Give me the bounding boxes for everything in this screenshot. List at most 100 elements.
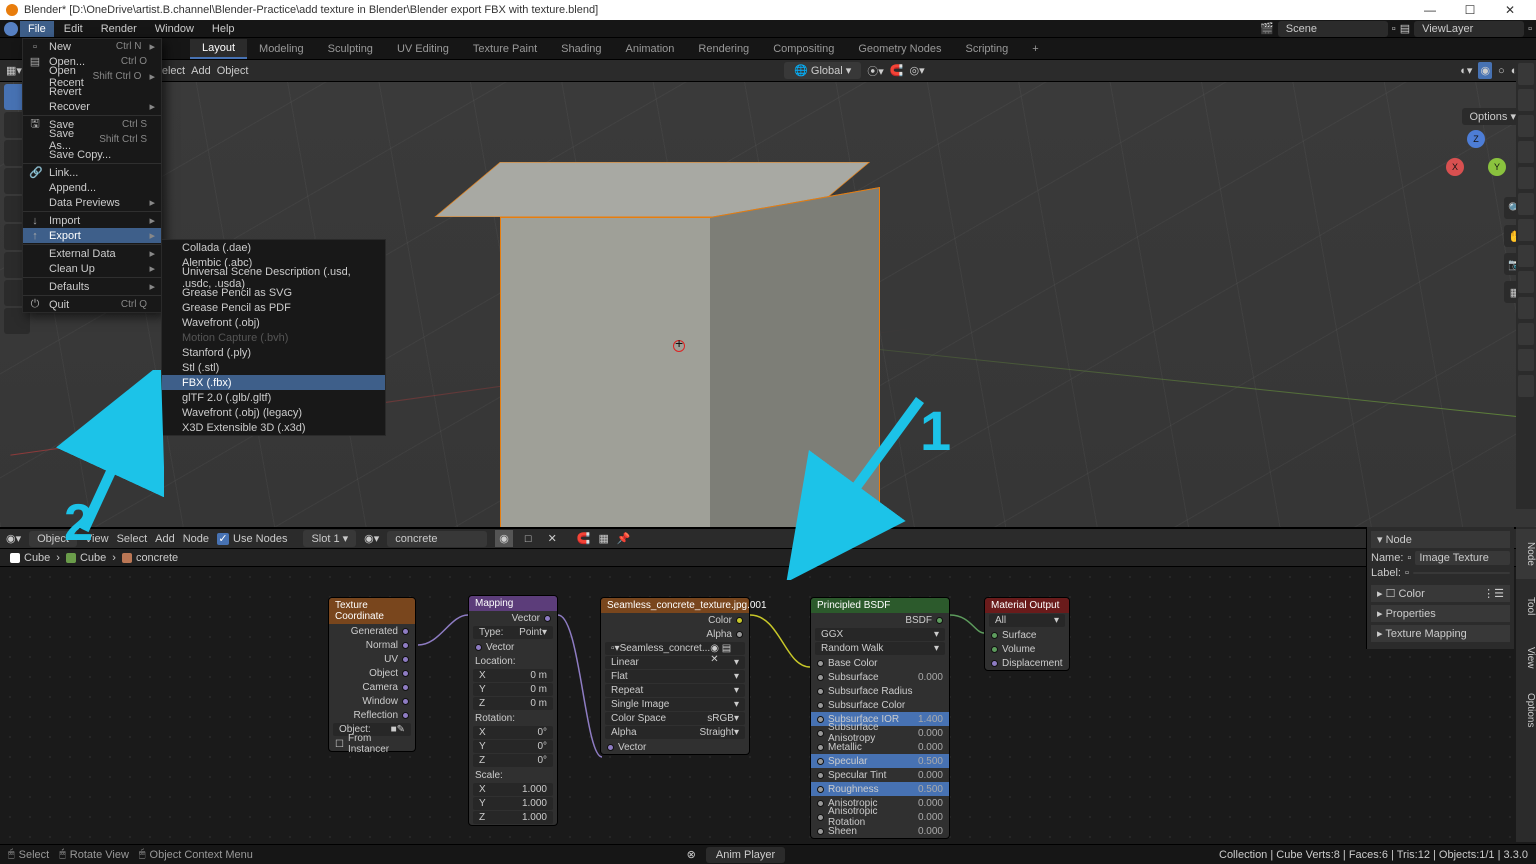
file-menu-new[interactable]: ▫NewCtrl N▸ bbox=[23, 39, 161, 54]
node-mode-dropdown[interactable]: Object bbox=[29, 531, 77, 547]
nhdr-node[interactable]: Node bbox=[183, 533, 209, 545]
tab-viewlayer-props[interactable] bbox=[1518, 115, 1534, 137]
tab-particle-props[interactable] bbox=[1518, 245, 1534, 267]
menu-file[interactable]: File bbox=[20, 21, 54, 37]
nhdr-select[interactable]: Select bbox=[117, 533, 148, 545]
file-menu-link-[interactable]: 🔗Link... bbox=[23, 165, 161, 180]
tab-output-props[interactable] bbox=[1518, 89, 1534, 111]
crumb-mesh[interactable]: Cube bbox=[80, 552, 106, 564]
material-name-field[interactable]: concrete bbox=[387, 531, 487, 547]
menu-edit[interactable]: Edit bbox=[56, 21, 91, 37]
nhdr-add[interactable]: Add bbox=[155, 533, 175, 545]
sidetab-tool[interactable]: Tool bbox=[1516, 581, 1536, 631]
tab-uv-editing[interactable]: UV Editing bbox=[385, 40, 461, 58]
export-wavefront-obj-legacy-[interactable]: Wavefront (.obj) (legacy) bbox=[162, 405, 385, 420]
tab-rendering[interactable]: Rendering bbox=[686, 40, 761, 58]
tab-scripting[interactable]: Scripting bbox=[953, 40, 1020, 58]
maximize-button[interactable]: ☐ bbox=[1450, 3, 1490, 17]
sidetab-options[interactable]: Options bbox=[1516, 685, 1536, 735]
file-menu-data-previews[interactable]: Data Previews▸ bbox=[23, 195, 161, 210]
browse-scene-button[interactable]: ▫ bbox=[1392, 23, 1396, 35]
tab-world-props[interactable] bbox=[1518, 167, 1534, 189]
npanel-node-header[interactable]: Node bbox=[1386, 534, 1412, 546]
node-material-output[interactable]: Material Output All▾ Surface Volume Disp… bbox=[984, 597, 1070, 671]
file-menu-recover[interactable]: Recover▸ bbox=[23, 99, 161, 114]
tab-constraint-props[interactable] bbox=[1518, 297, 1534, 319]
viewlayer-field[interactable]: ViewLayer bbox=[1414, 21, 1524, 37]
tab-geometry-nodes[interactable]: Geometry Nodes bbox=[846, 40, 953, 58]
material-pin-button[interactable]: ◉ bbox=[495, 530, 513, 547]
export-fbx-fbx-[interactable]: FBX (.fbx) bbox=[162, 375, 385, 390]
viewport-options-button[interactable]: Options ▾ bbox=[1462, 108, 1525, 125]
node-image-texture[interactable]: Seamless_concrete_texture.jpg.001 Color … bbox=[600, 597, 750, 755]
nav-gizmo[interactable]: ZXY bbox=[1446, 130, 1506, 190]
material-slot-dropdown[interactable]: Slot 1 ▾ bbox=[303, 530, 356, 547]
file-menu-export[interactable]: ↑Export▸ bbox=[23, 228, 161, 243]
export-gltf-2-0-glb-gltf-[interactable]: glTF 2.0 (.glb/.gltf) bbox=[162, 390, 385, 405]
minimize-button[interactable]: — bbox=[1410, 3, 1450, 17]
export-universal-scene-description-usd-usdc-usda-[interactable]: Universal Scene Description (.usd, .usdc… bbox=[162, 270, 385, 285]
material-unlink-button[interactable]: ✕ bbox=[544, 530, 561, 547]
tab-shading[interactable]: Shading bbox=[549, 40, 613, 58]
snap-node-button[interactable]: 🧲 bbox=[577, 532, 591, 545]
tab-animation[interactable]: Animation bbox=[614, 40, 687, 58]
export-stl-stl-[interactable]: Stl (.stl) bbox=[162, 360, 385, 375]
pivot-button[interactable]: ⦿▾ bbox=[867, 63, 884, 79]
file-menu-open-recent[interactable]: Open RecentShift Ctrl O▸ bbox=[23, 69, 161, 84]
hdr-add[interactable]: Add bbox=[191, 65, 211, 77]
file-menu-external-data[interactable]: External Data▸ bbox=[23, 246, 161, 261]
file-menu-save-copy-[interactable]: Save Copy... bbox=[23, 147, 161, 162]
crumb-object[interactable]: Cube bbox=[24, 552, 50, 564]
file-menu-save-as-[interactable]: Save As...Shift Ctrl S bbox=[23, 132, 161, 147]
export-grease-pencil-as-pdf[interactable]: Grease Pencil as PDF bbox=[162, 300, 385, 315]
export-stanford-ply-[interactable]: Stanford (.ply) bbox=[162, 345, 385, 360]
nhdr-view[interactable]: View bbox=[85, 533, 109, 545]
tab-sculpting[interactable]: Sculpting bbox=[316, 40, 385, 58]
tab-modifier-props[interactable] bbox=[1518, 219, 1534, 241]
editor-type-button[interactable]: ▦▾ bbox=[6, 64, 22, 77]
editor-type-node-button[interactable]: ◉▾ bbox=[6, 532, 21, 545]
file-menu-save[interactable]: 🖫SaveCtrl S bbox=[23, 117, 161, 132]
node-label-input[interactable] bbox=[1413, 572, 1510, 574]
orientation-dropdown[interactable]: 🌐 Global ▾ bbox=[784, 62, 861, 79]
node-editor-canvas[interactable]: Texture Coordinate GeneratedNormalUVObje… bbox=[0, 567, 1536, 859]
npanel-texmap-header[interactable]: Texture Mapping bbox=[1385, 628, 1466, 640]
overlay-node-button[interactable]: ▦ bbox=[598, 532, 608, 545]
tab-modeling[interactable]: Modeling bbox=[247, 40, 316, 58]
tab-compositing[interactable]: Compositing bbox=[761, 40, 846, 58]
tab-data-props[interactable] bbox=[1518, 323, 1534, 345]
hdr-object[interactable]: Object bbox=[217, 65, 249, 77]
export-wavefront-obj-[interactable]: Wavefront (.obj) bbox=[162, 315, 385, 330]
node-texture-coordinate[interactable]: Texture Coordinate GeneratedNormalUVObje… bbox=[328, 597, 416, 752]
file-menu-open-[interactable]: ▤Open...Ctrl O bbox=[23, 54, 161, 69]
shading-solid-button[interactable]: ◉ bbox=[1478, 62, 1492, 79]
file-menu-revert[interactable]: Revert bbox=[23, 84, 161, 99]
tab-object-props[interactable] bbox=[1518, 193, 1534, 215]
tab-physics-props[interactable] bbox=[1518, 271, 1534, 293]
material-fake-user-button[interactable]: □ bbox=[521, 531, 536, 547]
scene-field[interactable]: Scene bbox=[1278, 21, 1388, 37]
tab-texture-paint[interactable]: Texture Paint bbox=[461, 40, 549, 58]
anim-player-button[interactable]: Anim Player bbox=[706, 847, 785, 863]
add-workspace-button[interactable]: + bbox=[1020, 40, 1050, 58]
overlay-button[interactable]: ◐▾ bbox=[1460, 64, 1472, 77]
menu-help[interactable]: Help bbox=[204, 21, 243, 37]
menu-render[interactable]: Render bbox=[93, 21, 145, 37]
snap-button[interactable]: 🧲 bbox=[890, 64, 904, 77]
export-collada-dae-[interactable]: Collada (.dae) bbox=[162, 240, 385, 255]
file-menu-import[interactable]: ↓Import▸ bbox=[23, 213, 161, 228]
blender-logo-icon[interactable] bbox=[4, 22, 18, 36]
file-menu-defaults[interactable]: Defaults▸ bbox=[23, 279, 161, 294]
tab-material-props[interactable] bbox=[1518, 349, 1534, 371]
menu-window[interactable]: Window bbox=[147, 21, 202, 37]
file-menu-quit[interactable]: ⏻QuitCtrl Q bbox=[23, 297, 161, 312]
export-x3d-extensible-3d-x3d-[interactable]: X3D Extensible 3D (.x3d) bbox=[162, 420, 385, 435]
pin-button[interactable]: 📌 bbox=[617, 532, 631, 545]
close-window-button[interactable]: ✕ bbox=[1490, 3, 1530, 17]
sidetab-node[interactable]: Node bbox=[1516, 529, 1536, 579]
node-principled-bsdf[interactable]: Principled BSDF BSDF GGX▾ Random Walk▾ B… bbox=[810, 597, 950, 839]
file-menu-append-[interactable]: Append... bbox=[23, 180, 161, 195]
npanel-color-header[interactable]: Color bbox=[1399, 588, 1425, 600]
file-menu-clean-up[interactable]: Clean Up▸ bbox=[23, 261, 161, 276]
proportional-edit-button[interactable]: ◎▾ bbox=[910, 64, 925, 77]
